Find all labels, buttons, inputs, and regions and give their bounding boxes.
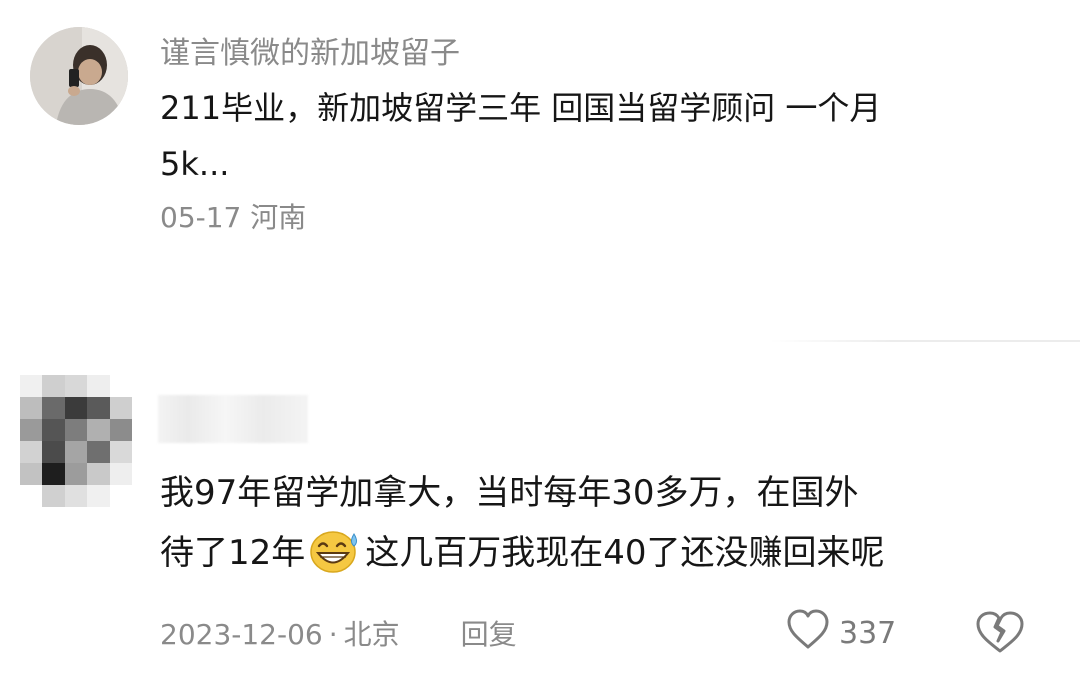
- sweat-smile-emoji-icon: [307, 528, 363, 574]
- comment-location: 河南: [250, 201, 307, 234]
- comment-text-line: 211毕业，新加坡留学三年 回国当留学顾问 一个月: [160, 89, 882, 127]
- comment-text: 211毕业，新加坡留学三年 回国当留学顾问 一个月 5k...: [160, 80, 950, 192]
- avatar-photo: [30, 27, 128, 125]
- avatar-blurred[interactable]: [20, 375, 132, 507]
- comment-date: 05-17: [160, 201, 242, 234]
- dislike-button[interactable]: [972, 609, 1028, 655]
- meta-separator: ·: [328, 618, 338, 651]
- avatar[interactable]: [30, 27, 128, 125]
- broken-heart-icon: [972, 611, 1028, 659]
- comment-item: 我97年留学加拿大，当时每年30多万，在国外 待了12年 这几百万我现在40了还…: [0, 345, 1080, 678]
- comment-text-segment: 这几百万我现在40了还没赚回来呢: [365, 533, 885, 573]
- divider: [770, 340, 1080, 342]
- comment-meta: 2023-12-06 · 北京 回复: [160, 613, 517, 653]
- like-button[interactable]: 337: [785, 608, 897, 658]
- like-count: 337: [839, 615, 897, 651]
- comment-text: 我97年留学加拿大，当时每年30多万，在国外 待了12年 这几百万我现在40了还…: [160, 463, 1040, 583]
- username-blurred[interactable]: [158, 395, 308, 443]
- heart-outline-icon: [785, 608, 831, 658]
- comment-date: 2023-12-06: [160, 618, 323, 651]
- comment-text-line: 待了12年 这几百万我现在40了还没赚回来呢: [160, 523, 1040, 583]
- comment-text-segment: 待了12年: [160, 533, 306, 573]
- comment-text-line: 我97年留学加拿大，当时每年30多万，在国外: [160, 473, 859, 513]
- reply-button[interactable]: 回复: [461, 618, 517, 651]
- comment-text-line: 5k...: [160, 145, 230, 183]
- comment-location: 北京: [343, 618, 400, 651]
- comment-item: 谨言慎微的新加坡留子 211毕业，新加坡留学三年 回国当留学顾问 一个月 5k.…: [0, 0, 1080, 345]
- comment-meta: 05-17 河南: [160, 196, 306, 236]
- username[interactable]: 谨言慎微的新加坡留子: [160, 28, 460, 72]
